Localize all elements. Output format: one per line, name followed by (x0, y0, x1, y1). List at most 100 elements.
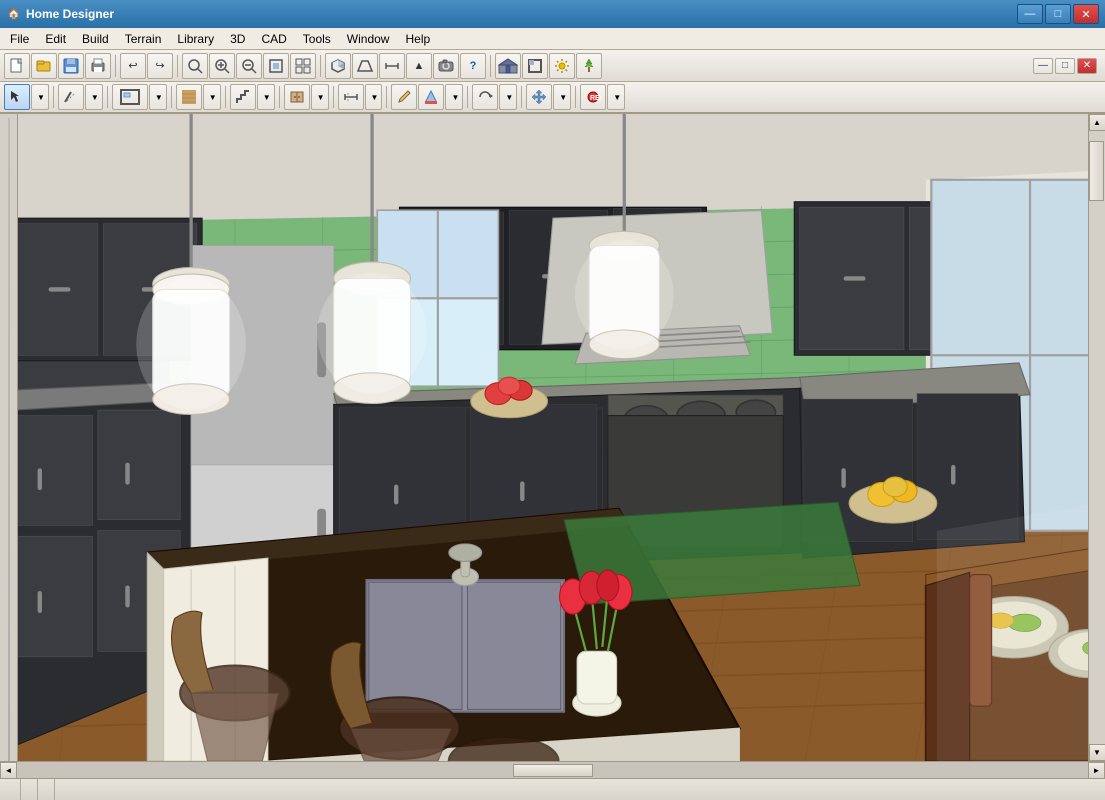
cabinet-dropdown[interactable]: ▼ (311, 84, 329, 110)
file-tools-group (4, 53, 111, 79)
sep-t2-3 (171, 86, 172, 108)
view-tools-group: ▲ ? (325, 53, 486, 79)
room-dropdown[interactable]: ▼ (149, 84, 167, 110)
record-button[interactable]: REC (580, 84, 606, 110)
sep-t2-2 (107, 86, 108, 108)
inner-minimize[interactable]: — (1033, 58, 1053, 74)
menu-bar: File Edit Build Terrain Library 3D CAD T… (0, 28, 1105, 50)
pencil-button[interactable] (391, 84, 417, 110)
sep-t2-8 (467, 86, 468, 108)
menu-help[interactable]: Help (397, 30, 438, 48)
status-section-1 (4, 779, 21, 800)
svg-text:REC: REC (590, 95, 601, 102)
help-button[interactable]: ? (460, 53, 486, 79)
right-scrollbar: ▲ ▼ (1088, 114, 1105, 761)
cabinet-button[interactable] (284, 84, 310, 110)
save-button[interactable] (58, 53, 84, 79)
material-dropdown[interactable]: ▼ (203, 84, 221, 110)
record-dropdown[interactable]: ▼ (607, 84, 625, 110)
zoom-in-button[interactable] (209, 53, 235, 79)
elevation-button[interactable]: ▲ (406, 53, 432, 79)
fit-view-button[interactable] (263, 53, 289, 79)
color-fill-button[interactable] (418, 84, 444, 110)
material-button[interactable] (176, 84, 202, 110)
window-controls: — □ ✕ (1017, 4, 1099, 24)
scroll-thumb-vertical[interactable] (1089, 141, 1104, 201)
scroll-track-horizontal[interactable] (17, 762, 1088, 778)
scroll-thumb-horizontal[interactable] (513, 764, 593, 777)
undo-button[interactable]: ↩ (120, 53, 146, 79)
separator-2 (177, 55, 178, 77)
scroll-track-vertical[interactable] (1089, 131, 1105, 744)
menu-tools[interactable]: Tools (295, 30, 339, 48)
menu-terrain[interactable]: Terrain (117, 30, 170, 48)
stairs-dropdown[interactable]: ▼ (257, 84, 275, 110)
status-section-3 (38, 779, 55, 800)
left-ruler (8, 118, 10, 761)
sun-button[interactable] (549, 53, 575, 79)
menu-3d[interactable]: 3D (222, 30, 253, 48)
viewport[interactable] (18, 114, 1088, 761)
house-plan-button[interactable] (522, 53, 548, 79)
print-button[interactable] (85, 53, 111, 79)
select-dropdown[interactable]: ▼ (31, 84, 49, 110)
menu-library[interactable]: Library (169, 30, 222, 48)
sep-t2-10 (575, 86, 576, 108)
stairs-group: ▼ (230, 84, 275, 110)
camera-button[interactable] (433, 53, 459, 79)
house-tools-group (495, 53, 602, 79)
transform-group: ▼ (472, 84, 517, 110)
redo-button[interactable]: ↪ (147, 53, 173, 79)
minimize-button[interactable]: — (1017, 4, 1043, 24)
house-exterior-button[interactable] (495, 53, 521, 79)
room-button[interactable] (112, 84, 148, 110)
sep-t2-9 (521, 86, 522, 108)
sep-t2-6 (333, 86, 334, 108)
3d-view-button[interactable] (325, 53, 351, 79)
perspective-button[interactable] (352, 53, 378, 79)
open-button[interactable] (31, 53, 57, 79)
main-content: ▲ ▼ (0, 114, 1105, 761)
menu-window[interactable]: Window (339, 30, 398, 48)
app-icon: 🏠 (6, 6, 22, 22)
rotate-button[interactable] (472, 84, 498, 110)
pencil-dropdown[interactable]: ▼ (445, 84, 463, 110)
undo-redo-group: ↩ ↪ (120, 53, 173, 79)
bottom-scrollbar: ◄ ► (0, 761, 1105, 778)
view-all-button[interactable] (290, 53, 316, 79)
scroll-right-button[interactable]: ► (1088, 762, 1105, 779)
window-title: Home Designer (26, 7, 1017, 21)
wall-dropdown[interactable]: ▼ (85, 84, 103, 110)
scroll-up-button[interactable]: ▲ (1089, 114, 1105, 131)
transform-dropdown[interactable]: ▼ (499, 84, 517, 110)
draw-wall-button[interactable] (58, 84, 84, 110)
inner-close[interactable]: ✕ (1077, 58, 1097, 74)
menu-build[interactable]: Build (74, 30, 117, 48)
zoom-out-button[interactable] (236, 53, 262, 79)
garden-button[interactable] (576, 53, 602, 79)
menu-file[interactable]: File (2, 30, 37, 48)
dimension-dropdown[interactable]: ▼ (365, 84, 383, 110)
maximize-button[interactable]: □ (1045, 4, 1071, 24)
move-button[interactable] (526, 84, 552, 110)
separator-1 (115, 55, 116, 77)
scroll-down-button[interactable]: ▼ (1089, 744, 1105, 761)
inner-maximize[interactable]: □ (1055, 58, 1075, 74)
select-tool-button[interactable] (4, 84, 30, 110)
inner-window-controls: — □ ✕ (1033, 58, 1097, 74)
close-button[interactable]: ✕ (1073, 4, 1099, 24)
material-group: ▼ (176, 84, 221, 110)
measure-button[interactable] (379, 53, 405, 79)
kitchen-scene-svg (18, 114, 1088, 761)
stairs-button[interactable] (230, 84, 256, 110)
menu-edit[interactable]: Edit (37, 30, 74, 48)
sep-t2-1 (53, 86, 54, 108)
menu-cad[interactable]: CAD (253, 30, 294, 48)
new-button[interactable] (4, 53, 30, 79)
toolbar-drawing: ▼ ▼ ▼ ▼ ▼ (0, 82, 1105, 114)
toolbar-main: ↩ ↪ ▲ ? (0, 50, 1105, 82)
zoom-search-button[interactable] (182, 53, 208, 79)
move-dropdown[interactable]: ▼ (553, 84, 571, 110)
scroll-left-button[interactable]: ◄ (0, 762, 17, 779)
dimension-button[interactable] (338, 84, 364, 110)
